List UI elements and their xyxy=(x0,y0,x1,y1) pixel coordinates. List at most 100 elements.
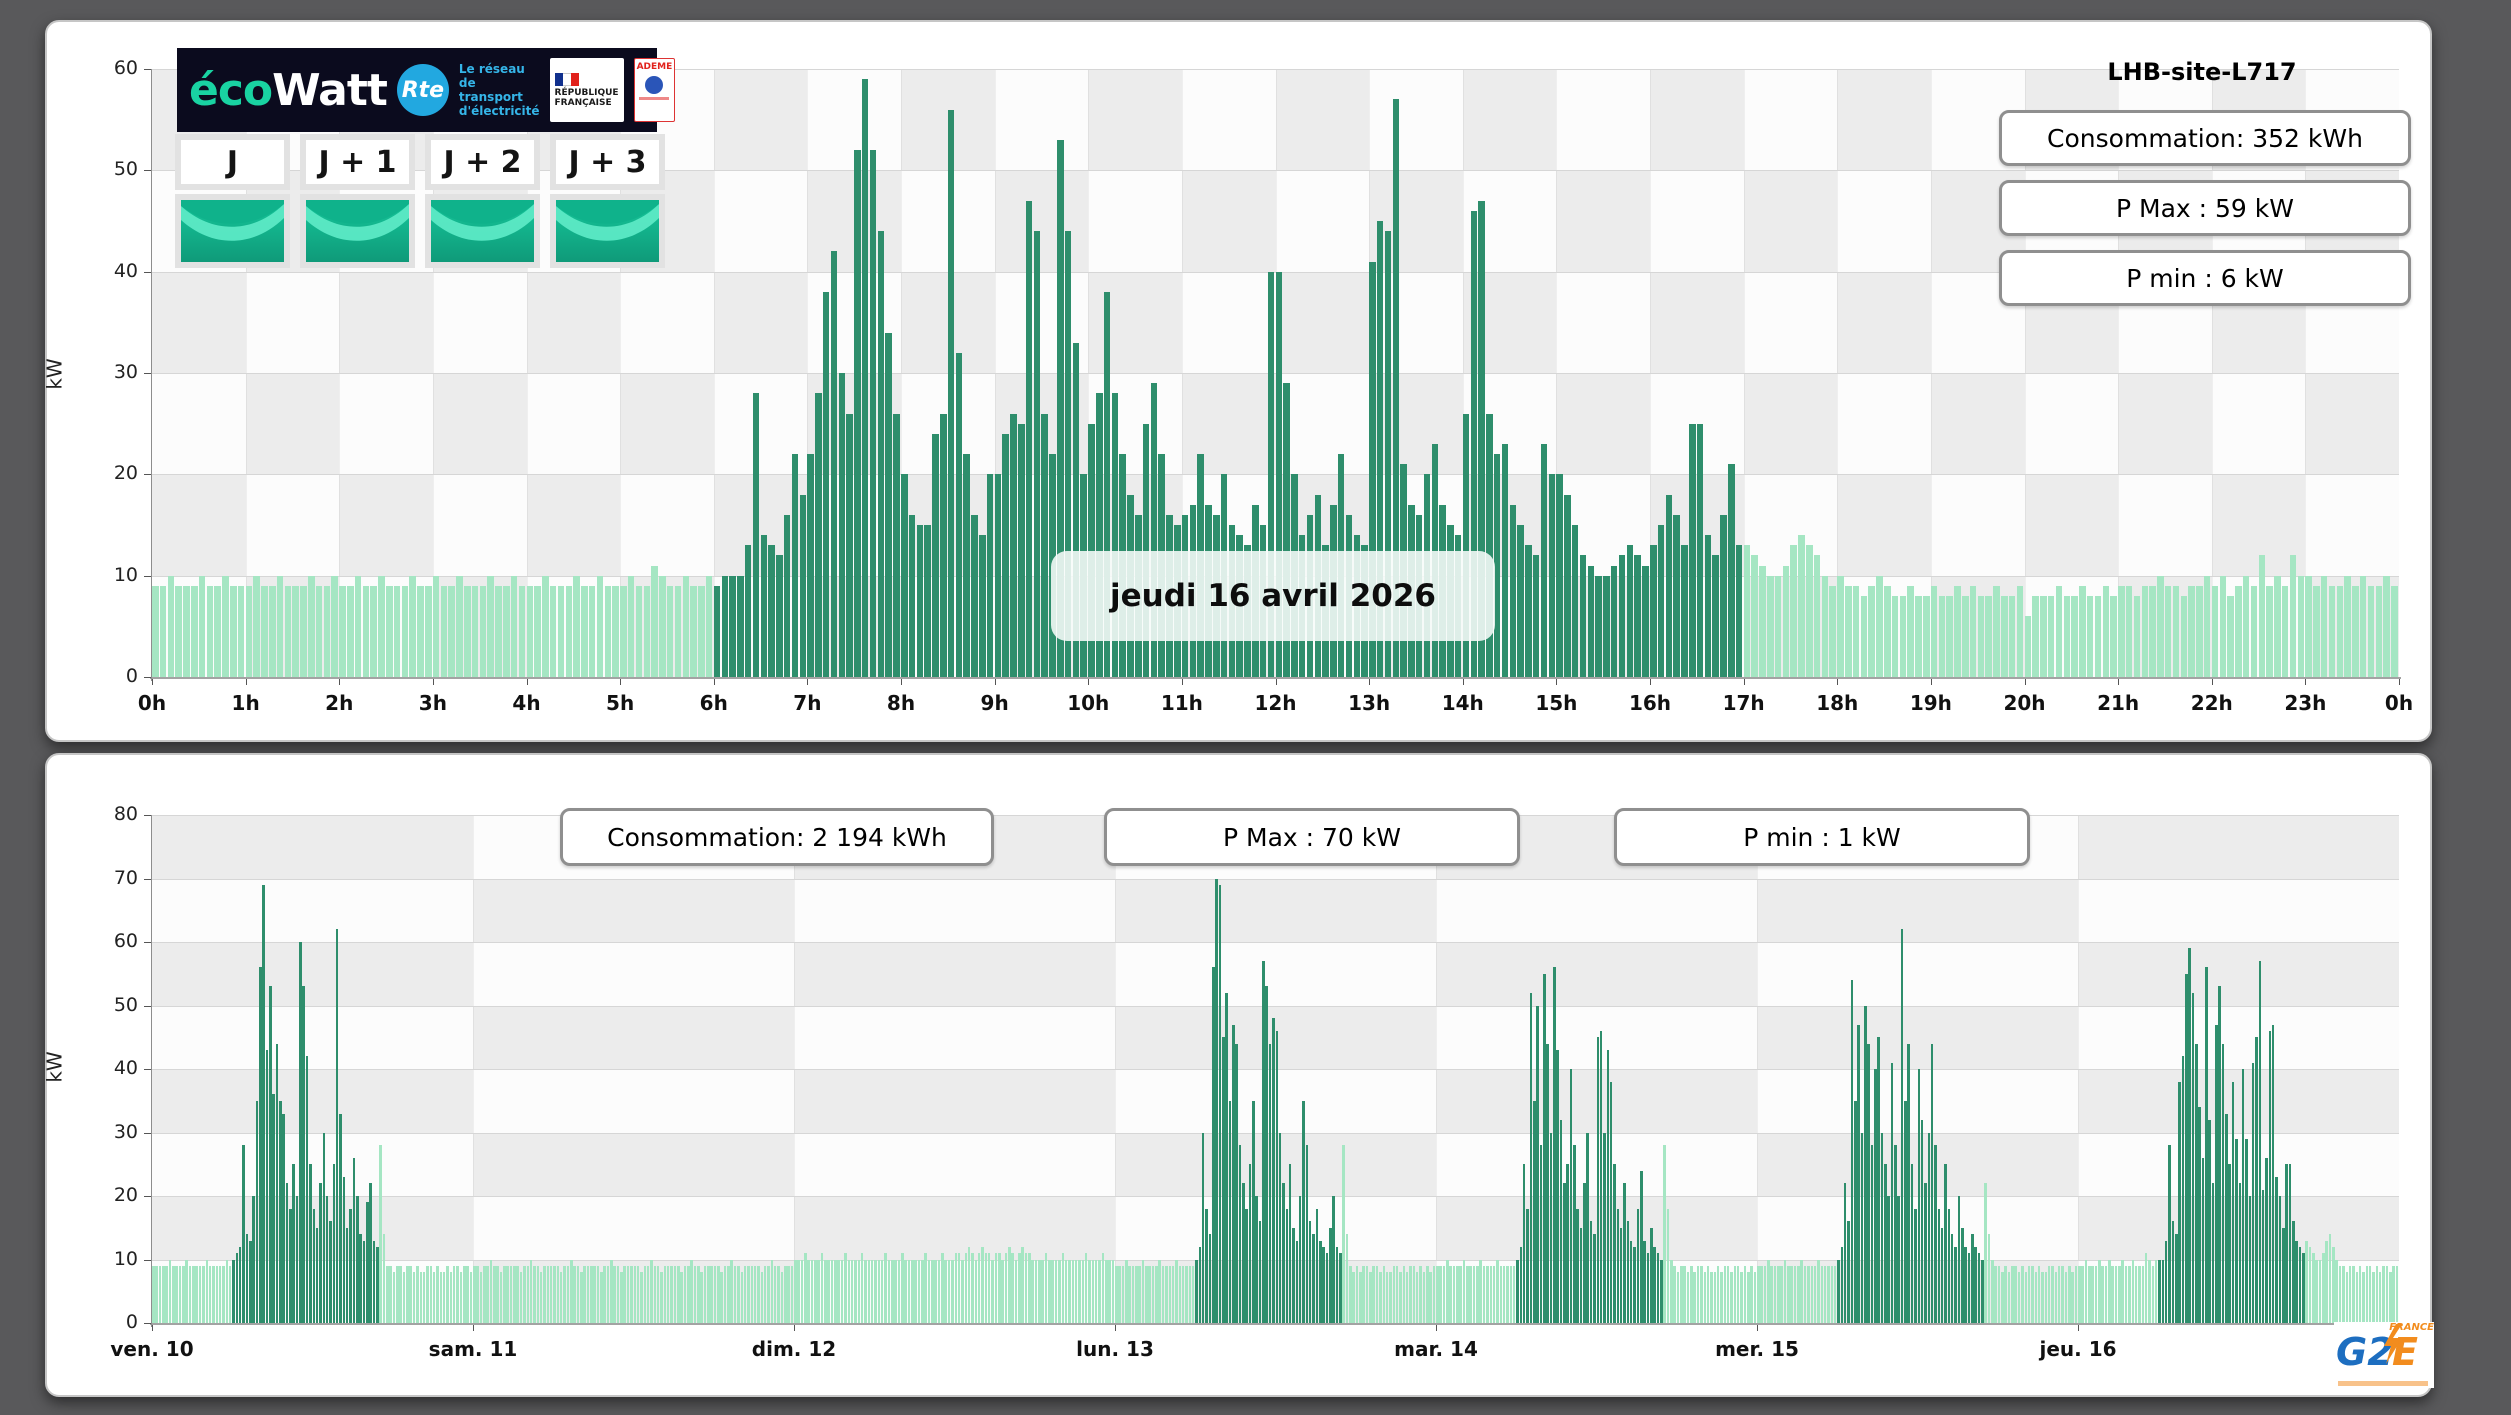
bar xyxy=(252,1196,255,1323)
bar xyxy=(262,884,265,1323)
bar xyxy=(1141,1259,1145,1323)
bar xyxy=(666,585,674,677)
bar xyxy=(697,1265,700,1323)
x-tick xyxy=(1088,679,1090,685)
day-tab-1[interactable]: J + 1 xyxy=(300,134,415,190)
bar xyxy=(526,585,533,677)
bar xyxy=(1853,1100,1857,1323)
bar xyxy=(1874,1069,1877,1323)
bar xyxy=(660,1272,663,1323)
bar xyxy=(1563,1183,1566,1323)
bar xyxy=(208,1265,212,1323)
checker-cell xyxy=(1650,271,1744,373)
bar xyxy=(1094,1259,1098,1323)
bar xyxy=(2134,1265,2138,1323)
day-tab-3[interactable]: J + 3 xyxy=(550,134,665,190)
bar xyxy=(2185,973,2188,1323)
bar xyxy=(870,1259,874,1323)
bar xyxy=(838,373,846,677)
y-tick-label: 10 xyxy=(113,563,138,586)
bar xyxy=(2007,1272,2011,1323)
bar xyxy=(794,1259,797,1323)
bar xyxy=(2388,1272,2392,1323)
bar xyxy=(192,1265,195,1323)
checker-cell xyxy=(1275,69,1370,171)
bar xyxy=(2118,585,2125,677)
bar xyxy=(2332,1246,2335,1323)
y-tick xyxy=(144,271,151,273)
bar xyxy=(429,1265,433,1323)
bar xyxy=(713,1265,717,1323)
bar xyxy=(352,1157,356,1323)
bar xyxy=(837,1259,840,1323)
bar xyxy=(1068,1259,1071,1323)
bar xyxy=(2071,595,2078,677)
bar xyxy=(422,1272,426,1323)
bar xyxy=(1181,1265,1185,1323)
bar xyxy=(1884,585,1891,677)
checker-cell xyxy=(1837,170,1931,272)
x-tick-label: dim. 12 xyxy=(751,1337,837,1361)
checker-cell xyxy=(473,1132,794,1196)
bar xyxy=(1891,595,1899,677)
checker-cell xyxy=(339,271,433,373)
bar xyxy=(1944,1164,1947,1323)
x-tick-label: 14h xyxy=(1441,691,1484,715)
bar xyxy=(1723,1265,1727,1323)
bar xyxy=(987,1253,991,1323)
bar xyxy=(700,1272,703,1323)
bar xyxy=(565,585,572,677)
day-tab-2[interactable]: J + 2 xyxy=(425,134,540,190)
y-tick xyxy=(144,1196,151,1197)
day-tab-signal-0[interactable] xyxy=(175,194,290,268)
day-tab-signal-2[interactable] xyxy=(425,194,540,268)
x-tick-label: 2h xyxy=(325,691,354,715)
checker-cell xyxy=(2078,1069,2399,1133)
bar xyxy=(2355,1272,2359,1323)
bar xyxy=(840,1259,844,1323)
bar xyxy=(366,1202,369,1323)
bar xyxy=(2034,1272,2038,1323)
bar xyxy=(1419,1265,1422,1323)
bar xyxy=(2195,1043,2198,1323)
bar xyxy=(1131,1265,1135,1323)
bar xyxy=(1509,1265,1513,1323)
bar xyxy=(1743,545,1751,677)
bar xyxy=(446,1265,449,1323)
bar xyxy=(432,1272,436,1323)
day-tab-0[interactable]: J xyxy=(175,134,290,190)
bar xyxy=(606,1265,610,1323)
bar xyxy=(510,575,518,677)
bar xyxy=(934,1259,937,1323)
checker-cell xyxy=(1837,69,1931,171)
bar xyxy=(322,1132,326,1323)
bar xyxy=(1369,1272,1372,1323)
checker-cell xyxy=(152,1069,473,1133)
bar xyxy=(1923,595,1930,677)
day-tab-signal-1[interactable] xyxy=(300,194,415,268)
stat-consumption-day: Consommation: 352 kWh xyxy=(1999,110,2411,166)
bar xyxy=(730,1259,733,1323)
checker-cell xyxy=(1088,271,1182,373)
bar xyxy=(791,454,799,677)
bar xyxy=(1696,1265,1700,1323)
bar xyxy=(2172,585,2180,677)
checker-cell xyxy=(152,942,473,1006)
bar xyxy=(1700,1265,1703,1323)
bar xyxy=(452,1265,456,1323)
bar xyxy=(416,1265,419,1323)
bar xyxy=(516,1265,519,1323)
bar xyxy=(1840,1246,1844,1323)
x-tick-label: mar. 14 xyxy=(1394,1337,1478,1361)
day-tab-signal-3[interactable] xyxy=(550,194,665,268)
bar xyxy=(1868,585,1875,677)
bar xyxy=(2365,1265,2369,1323)
stat-pmin-day: P min : 6 kW xyxy=(1999,250,2411,306)
bar xyxy=(2325,1240,2328,1323)
bar xyxy=(2111,1265,2114,1323)
checker-cell xyxy=(1757,942,2078,1006)
bar xyxy=(1298,1196,1302,1323)
bar xyxy=(159,585,167,677)
bar xyxy=(1171,1265,1175,1323)
bar xyxy=(1258,1221,1262,1323)
